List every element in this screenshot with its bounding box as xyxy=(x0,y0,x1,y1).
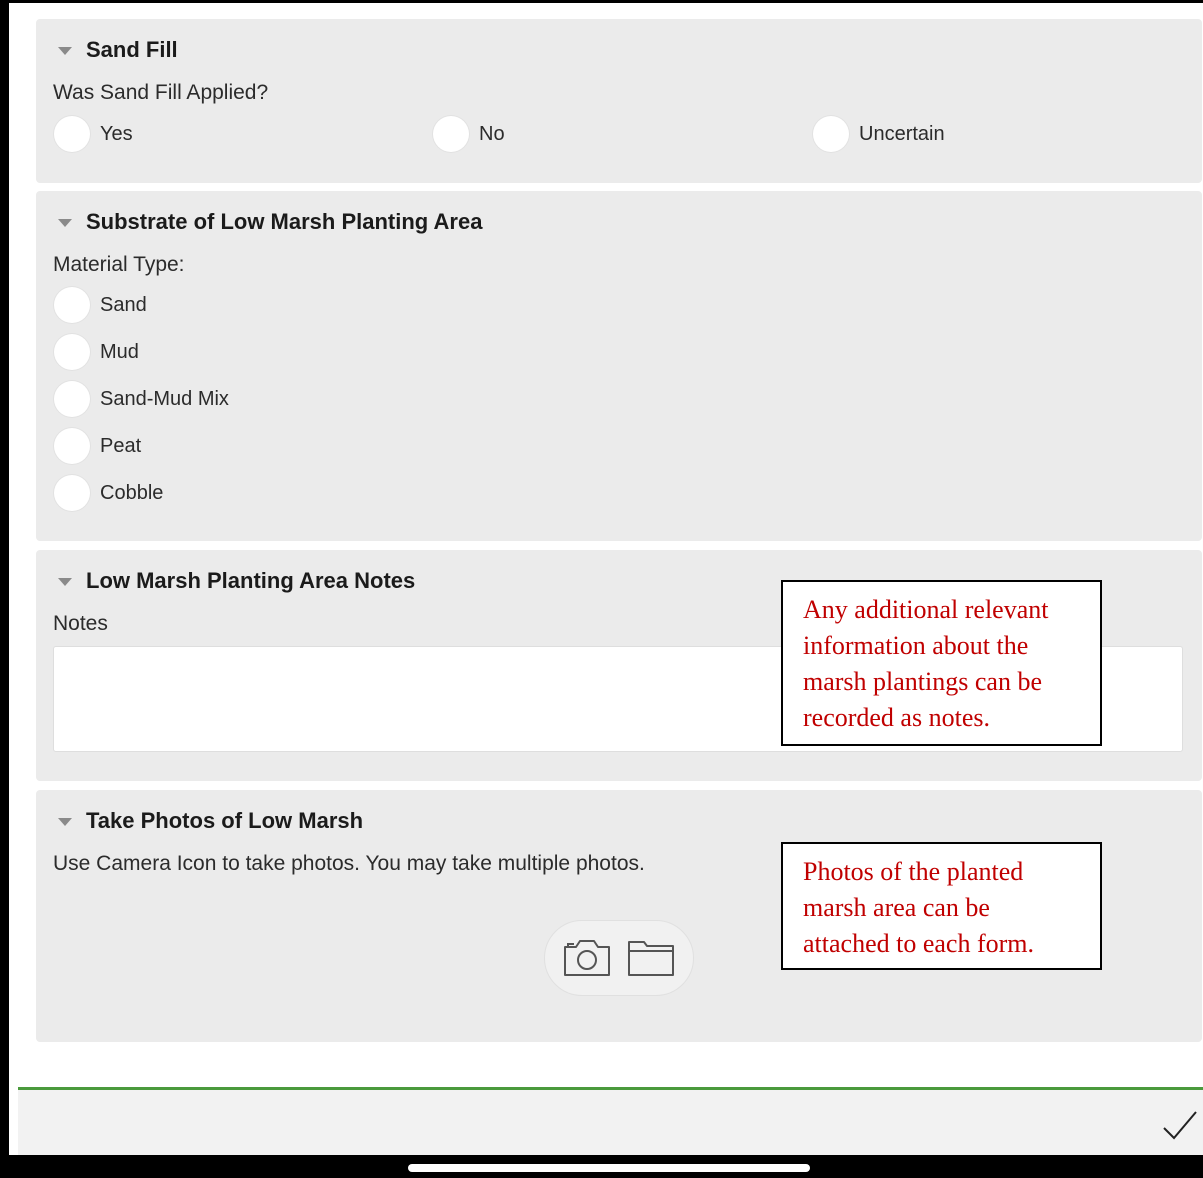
photo-actions xyxy=(544,920,694,996)
home-indicator[interactable] xyxy=(408,1164,810,1172)
radio-button[interactable] xyxy=(54,116,90,152)
radio-button[interactable] xyxy=(433,116,469,152)
radio-label: Sand xyxy=(100,293,147,316)
callout-photos: Photos of the planted marsh area can be … xyxy=(781,842,1102,970)
radio-label: Cobble xyxy=(100,481,164,504)
radio-button[interactable] xyxy=(54,428,90,464)
section-title: Take Photos of Low Marsh xyxy=(86,808,364,833)
camera-icon[interactable] xyxy=(561,936,613,980)
radio-option-uncertain[interactable]: Uncertain xyxy=(813,116,945,152)
radio-button[interactable] xyxy=(54,381,90,417)
caret-down-icon xyxy=(58,578,72,586)
notes-label: Notes xyxy=(53,612,108,635)
section-title: Substrate of Low Marsh Planting Area xyxy=(86,209,483,234)
checkmark-icon[interactable] xyxy=(1160,1108,1200,1144)
callout-notes: Any additional relevant information abou… xyxy=(781,580,1102,746)
radio-label: Peat xyxy=(100,434,142,457)
radio-option-cobble[interactable]: Cobble xyxy=(54,475,163,511)
section-substrate: Substrate of Low Marsh Planting Area Mat… xyxy=(36,191,1202,541)
caret-down-icon xyxy=(58,47,72,55)
radio-option-mud[interactable]: Mud xyxy=(54,334,139,370)
radio-option-yes[interactable]: Yes xyxy=(54,116,133,152)
question-label: Material Type: xyxy=(53,253,185,276)
section-header-notes[interactable]: Low Marsh Planting Area Notes xyxy=(58,568,415,594)
section-header-substrate[interactable]: Substrate of Low Marsh Planting Area xyxy=(58,209,482,235)
radio-label: Mud xyxy=(100,340,139,363)
caret-down-icon xyxy=(58,219,72,227)
radio-option-sand-mud-mix[interactable]: Sand-Mud Mix xyxy=(54,381,229,417)
radio-label: Uncertain xyxy=(859,122,945,145)
system-home-area xyxy=(0,1155,1203,1178)
radio-button[interactable] xyxy=(54,475,90,511)
footer-bar xyxy=(18,1090,1203,1158)
section-sand-fill: Sand Fill Was Sand Fill Applied? Yes No … xyxy=(36,19,1202,183)
section-header-photos[interactable]: Take Photos of Low Marsh xyxy=(58,808,363,834)
radio-label: No xyxy=(479,122,505,145)
radio-option-peat[interactable]: Peat xyxy=(54,428,141,464)
radio-option-no[interactable]: No xyxy=(433,116,505,152)
question-label: Was Sand Fill Applied? xyxy=(53,81,269,104)
radio-button[interactable] xyxy=(54,334,90,370)
section-header-sand-fill[interactable]: Sand Fill xyxy=(58,37,178,63)
folder-icon[interactable] xyxy=(625,936,677,980)
radio-button[interactable] xyxy=(813,116,849,152)
radio-label: Yes xyxy=(100,122,133,145)
radio-button[interactable] xyxy=(54,287,90,323)
form-frame: Sand Fill Was Sand Fill Applied? Yes No … xyxy=(0,0,1203,1178)
caret-down-icon xyxy=(58,818,72,826)
radio-label: Sand-Mud Mix xyxy=(100,387,229,410)
section-title: Sand Fill xyxy=(86,37,178,62)
section-title: Low Marsh Planting Area Notes xyxy=(86,568,416,593)
radio-option-sand[interactable]: Sand xyxy=(54,287,147,323)
photos-instruction: Use Camera Icon to take photos. You may … xyxy=(53,852,645,875)
